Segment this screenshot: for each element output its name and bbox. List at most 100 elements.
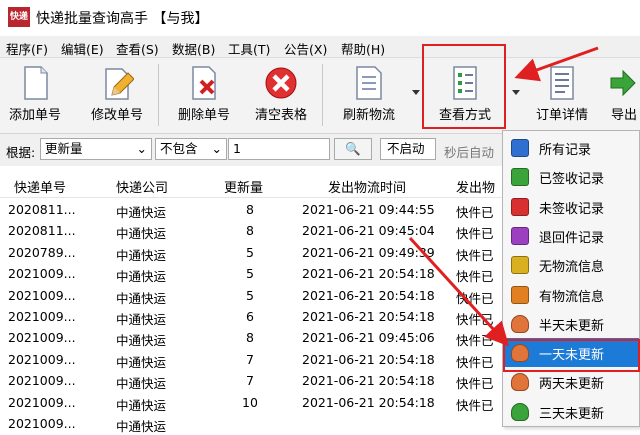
menu-item[interactable]: 有物流信息 bbox=[503, 280, 639, 309]
clear-red-x-icon bbox=[265, 67, 297, 99]
edit-number-button[interactable]: 修改单号 bbox=[84, 58, 150, 134]
cell-status: 快件已 bbox=[456, 226, 494, 242]
edit-pencil-icon bbox=[105, 68, 134, 100]
window-title: 快递批量查询高手 【与我】 bbox=[36, 11, 209, 27]
menu-item[interactable]: 未签收记录 bbox=[503, 192, 639, 221]
cell-status: 快件已 bbox=[456, 247, 494, 263]
orange-bag-icon bbox=[511, 314, 529, 333]
cell-updates: 5 bbox=[246, 244, 254, 260]
auto-refresh-button[interactable]: 不启动 bbox=[380, 138, 436, 160]
delete-number-button[interactable]: 删除单号 bbox=[166, 58, 242, 134]
cell-time: 2021-06-21 09:45:06 bbox=[302, 330, 435, 346]
menu-item[interactable]: 无物流信息 bbox=[503, 250, 639, 279]
field-select-value: 更新量 bbox=[45, 141, 83, 156]
cell-number: 2021009... bbox=[8, 394, 76, 410]
cell-status: 快件已 bbox=[456, 269, 494, 285]
filter-value-input[interactable]: 1 bbox=[228, 138, 330, 160]
delete-number-label: 删除单号 bbox=[177, 108, 230, 123]
title-bar: 快递 快递批量查询高手 【与我】 bbox=[0, 0, 640, 36]
cell-updates: 5 bbox=[246, 266, 254, 282]
cell-time: 2021-06-21 20:54:18 bbox=[302, 394, 435, 410]
add-number-button[interactable]: 添加单号 bbox=[2, 58, 68, 134]
clear-table-label: 清空表格 bbox=[254, 108, 307, 123]
clear-table-button[interactable]: 清空表格 bbox=[248, 58, 314, 134]
column-header-time[interactable]: 发出物流时间 bbox=[328, 177, 406, 196]
export-label: 导出 bbox=[610, 108, 637, 123]
menu-item[interactable]: 退回件记录 bbox=[503, 221, 639, 250]
filter-prefix: 根据: bbox=[6, 145, 36, 160]
cell-status: 快件已 bbox=[456, 312, 494, 327]
order-detail-icon bbox=[550, 66, 574, 100]
refresh-logistics-button[interactable]: 刷新物流 bbox=[332, 58, 406, 134]
app-icon: 快递 bbox=[8, 7, 30, 27]
cell-company: 中通快运 bbox=[116, 312, 167, 327]
menu-item[interactable]: 所有记录 bbox=[503, 133, 639, 162]
column-header-status[interactable]: 发出物 bbox=[456, 177, 495, 196]
yellow-hand-icon bbox=[511, 256, 529, 275]
cell-status: 快件已 bbox=[456, 290, 494, 306]
cell-number: 2021009... bbox=[8, 351, 76, 367]
menu-item-label: 退回件记录 bbox=[539, 230, 605, 246]
order-detail-button[interactable]: 订单详情 bbox=[530, 58, 594, 134]
refresh-list-icon bbox=[356, 66, 382, 100]
delete-doc-icon bbox=[192, 66, 216, 100]
cell-updates: 8 bbox=[246, 330, 254, 346]
toolbar-separator bbox=[322, 64, 323, 126]
orange-bag-icon bbox=[511, 373, 529, 392]
menu-edit[interactable]: 编辑(E) bbox=[61, 39, 104, 58]
cell-time: 2021-06-21 20:54:18 bbox=[302, 266, 435, 282]
export-button[interactable]: 导出 bbox=[604, 58, 640, 134]
column-header-number[interactable]: 快递单号 bbox=[14, 177, 66, 196]
menu-help[interactable]: 帮助(H) bbox=[341, 39, 385, 58]
menu-item-label: 无物流信息 bbox=[539, 260, 605, 276]
column-header-company[interactable]: 快递公司 bbox=[116, 177, 168, 196]
menu-item-label: 三天未更新 bbox=[539, 406, 605, 422]
menu-item-label: 半天未更新 bbox=[539, 318, 605, 334]
cell-company: 中通快运 bbox=[116, 397, 167, 413]
menu-view[interactable]: 查看(S) bbox=[116, 39, 159, 58]
cell-company: 中通快运 bbox=[116, 226, 167, 242]
search-button[interactable]: 🔍 bbox=[334, 138, 372, 160]
menu-item[interactable]: 已签收记录 bbox=[503, 162, 639, 191]
refresh-logistics-label: 刷新物流 bbox=[342, 108, 395, 123]
menu-item[interactable]: 两天未更新 bbox=[503, 367, 639, 396]
condition-select[interactable]: 不包含 ⌄ bbox=[155, 138, 227, 160]
menu-program[interactable]: 程序(F) bbox=[6, 39, 48, 58]
cell-company: 中通快运 bbox=[116, 376, 167, 392]
cell-time: 2021-06-21 09:44:55 bbox=[302, 202, 435, 217]
chevron-down-icon: ⌄ bbox=[136, 141, 147, 156]
cell-company: 中通快运 bbox=[116, 269, 167, 285]
menu-item[interactable]: 一天未更新 bbox=[503, 338, 639, 368]
red-hand-icon bbox=[511, 197, 529, 216]
menu-data[interactable]: 数据(B) bbox=[172, 39, 215, 58]
cell-updates: 5 bbox=[246, 287, 254, 303]
toolbar-separator bbox=[158, 64, 159, 126]
cell-updates: 6 bbox=[246, 309, 254, 324]
cell-status: 快件已 bbox=[456, 397, 494, 413]
menu-item[interactable]: 半天未更新 bbox=[503, 309, 639, 338]
menu-item-label: 所有记录 bbox=[539, 143, 592, 158]
menu-item-label: 有物流信息 bbox=[539, 289, 605, 305]
cell-company: 中通快运 bbox=[116, 354, 167, 370]
menu-item[interactable]: 三天未更新 bbox=[503, 397, 639, 426]
field-select[interactable]: 更新量 ⌄ bbox=[40, 138, 152, 160]
cell-status: 快件已 bbox=[456, 354, 494, 370]
refresh-dropdown-arrow[interactable] bbox=[412, 90, 420, 95]
menu-notice[interactable]: 公告(X) bbox=[284, 39, 327, 58]
menu-tools[interactable]: 工具(T) bbox=[228, 39, 270, 58]
megaphone-icon bbox=[511, 139, 529, 157]
orange-hand-icon bbox=[511, 285, 529, 304]
cell-company: 中通快运 bbox=[116, 247, 167, 263]
cell-company: 中通快运 bbox=[116, 290, 167, 306]
cell-company: 中通快运 bbox=[116, 333, 167, 349]
column-header-updates[interactable]: 更新量 bbox=[224, 177, 263, 196]
view-mode-dropdown-arrow[interactable] bbox=[512, 90, 520, 95]
cell-updates: 7 bbox=[246, 373, 254, 389]
cell-time: 2021-06-21 20:54:18 bbox=[302, 351, 435, 367]
search-icon: 🔍 bbox=[345, 141, 361, 156]
cell-number: 2021009... bbox=[8, 309, 76, 324]
cell-time: 2021-06-21 20:54:18 bbox=[302, 373, 435, 389]
cell-number: 2021009... bbox=[8, 266, 76, 282]
view-mode-menu: 所有记录已签收记录 未签收记录退回件记录无物流信息有物流信息半天未更新一天未更新两… bbox=[502, 130, 640, 427]
chevron-down-icon: ⌄ bbox=[211, 141, 222, 156]
